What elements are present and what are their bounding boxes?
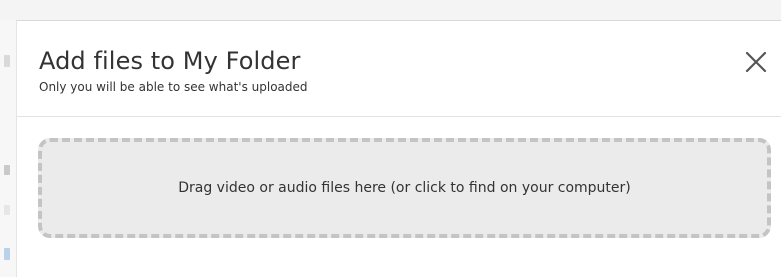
background-partial-element <box>4 248 10 260</box>
dialog-subtitle: Only you will be able to see what's uplo… <box>39 80 308 94</box>
file-dropzone[interactable]: Drag video or audio files here (or click… <box>38 138 771 238</box>
dropzone-instructions: Drag video or audio files here (or click… <box>178 180 631 196</box>
dialog-header: Add files to My Folder Only you will be … <box>17 21 781 117</box>
background-partial-element <box>4 205 10 215</box>
background-header-strip <box>0 0 781 20</box>
background-left-edge <box>0 20 16 277</box>
close-button[interactable] <box>741 47 771 77</box>
dialog-title: Add files to My Folder <box>39 47 301 75</box>
upload-dialog: Add files to My Folder Only you will be … <box>16 20 781 277</box>
background-partial-element <box>4 55 10 67</box>
background-partial-element <box>4 165 10 175</box>
close-icon <box>745 51 767 73</box>
